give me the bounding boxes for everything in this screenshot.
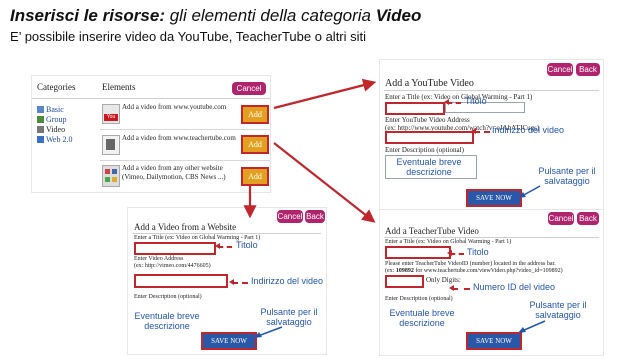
connector-arrows (215, 78, 546, 338)
arrow-to-youtube-form (273, 78, 377, 110)
arrow-to-teachertube-form (273, 142, 376, 223)
